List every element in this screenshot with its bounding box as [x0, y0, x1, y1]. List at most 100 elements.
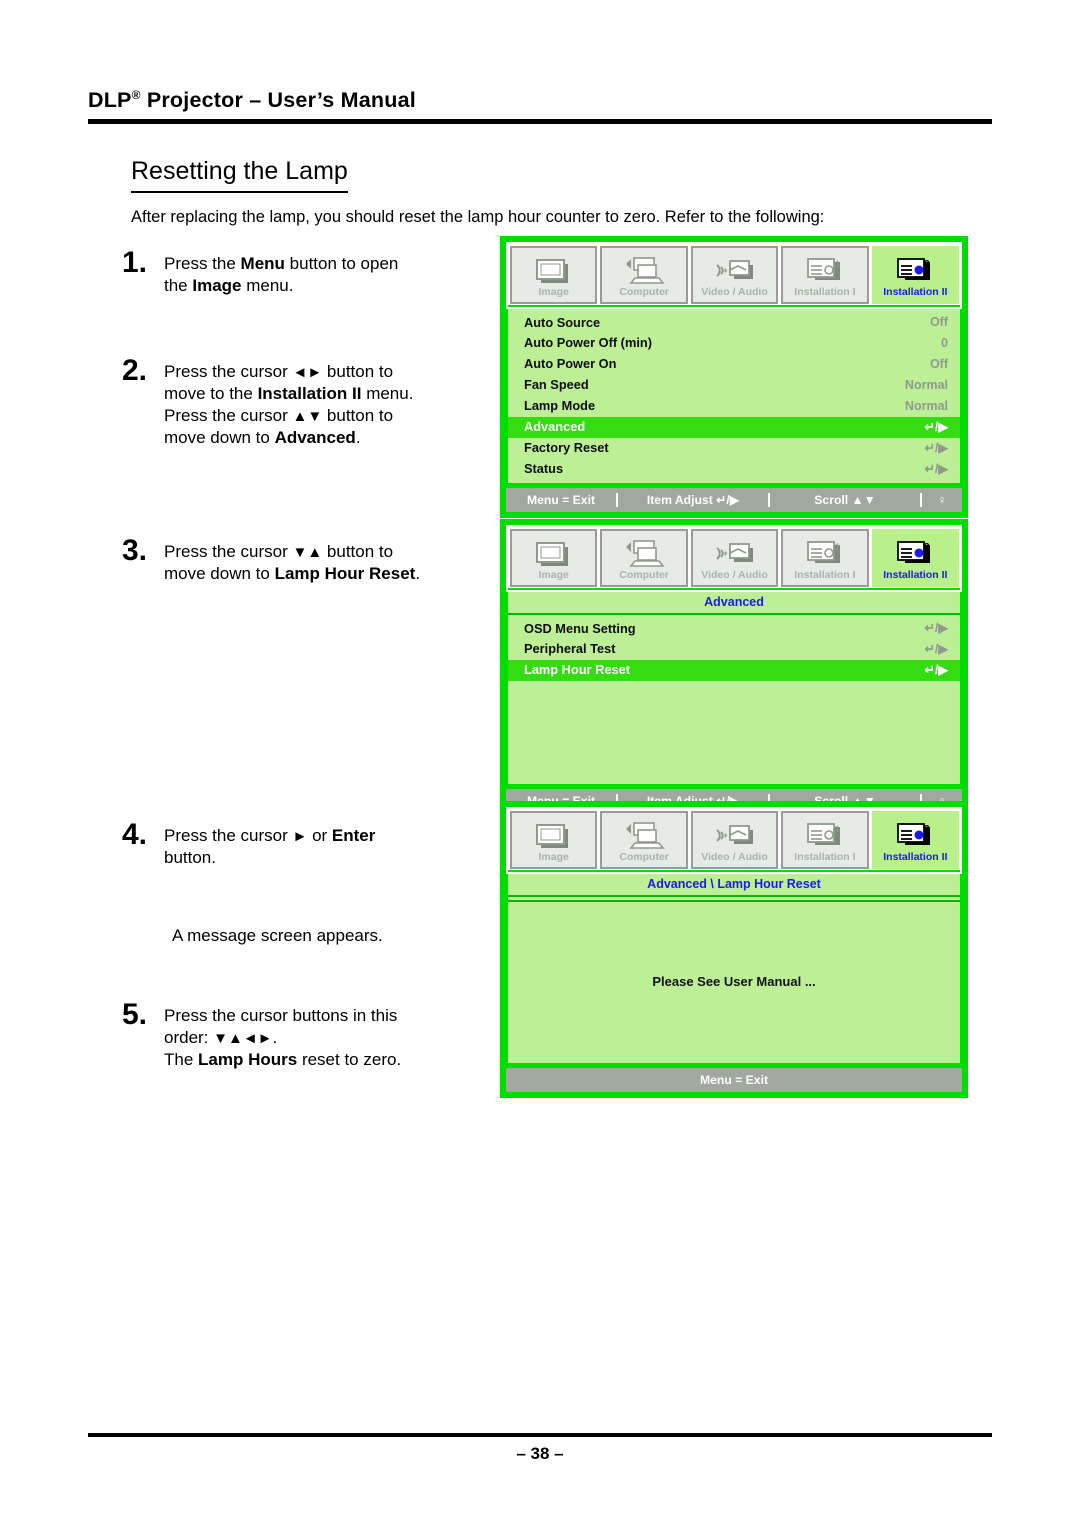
osd3-breadcrumb: Advanced \ Lamp Hour Reset [508, 874, 960, 897]
step-3-l1c: button to [322, 542, 394, 561]
install-two-icon: 2 [893, 254, 937, 287]
osd-tab-label: Image [538, 851, 569, 864]
osd-tab-computer[interactable]: Computer [600, 246, 688, 304]
osd2-body: Advanced OSD Menu Setting ↵/▶ Peripheral T… [506, 592, 962, 786]
step-2-l3c: button to [322, 406, 394, 426]
step-3-l2b: Lamp Hour Reset [274, 564, 416, 584]
page-title: Resetting the Lamp [131, 157, 348, 193]
osd-menu-row[interactable]: Advanced ↵/▶ [508, 416, 960, 438]
osd-screenshot-advanced: Image Computer Video / Audio 1 Installat… [500, 519, 968, 819]
step-1: 1. Press the Menu button to open the Ima… [118, 248, 496, 297]
osd-screenshot-installation-2: Image Computer Video / Audio 1 Installat… [500, 236, 968, 518]
osd-menu-row[interactable]: Status ↵/▶ [508, 459, 960, 480]
video-audio-icon [712, 819, 758, 852]
step-3-number: 3. [122, 534, 148, 567]
osd-tab-installation-i[interactable]: 1 Installation I [781, 246, 869, 304]
osd-tab-label: Video / Audio [701, 286, 768, 299]
osd-menu-row[interactable]: Fan Speed Normal [508, 375, 960, 396]
video-audio-icon [712, 254, 758, 287]
step-4: 4. Press the cursor ► or Enter button. [118, 820, 496, 869]
page-number: – 38 – [516, 1444, 564, 1463]
osd-tab-label: Installation II [883, 851, 948, 864]
osd2-spacer-3 [508, 725, 960, 747]
step-2-l4a: move down to [164, 428, 275, 448]
osd-row-label: Factory Reset [524, 440, 609, 456]
osd-row-label: Lamp Hour Reset [524, 662, 630, 678]
osd3-footer-exit[interactable]: Menu = Exit [700, 1073, 768, 1087]
osd-tab-installation-ii[interactable]: 2 Installation II [871, 811, 960, 869]
osd-row-label: Auto Power On [524, 356, 617, 372]
step-4-l1c: or [307, 826, 332, 845]
osd-tab-label: Installation II [883, 286, 948, 299]
osd-menu-row[interactable]: Lamp Mode Normal [508, 396, 960, 417]
osd-tab-video-audio[interactable]: Video / Audio [690, 811, 779, 869]
osd-menu-row[interactable]: Lamp Hour Reset ↵/▶ [508, 659, 960, 681]
osd-tab-computer[interactable]: Computer [600, 529, 688, 587]
step-3-text: Press the cursor ▼▲ button to move down … [164, 536, 420, 585]
step-2-l3a: Press the cursor [164, 406, 293, 426]
osd-row-value: ↵/▶ [924, 641, 948, 656]
osd1-footer-exit[interactable]: Menu = Exit [506, 493, 616, 507]
step-2-l2b: Installation II [257, 384, 362, 404]
step-1-text: Press the Menu button to open the Image … [164, 248, 398, 297]
osd-tab-installation-i[interactable]: 1 Installation I [781, 811, 869, 869]
osd-menu-row[interactable]: Auto Source Off [508, 312, 960, 333]
screen-icon [534, 254, 574, 287]
osd-tab-image[interactable]: Image [510, 811, 598, 869]
osd-row-value: Normal [904, 398, 948, 413]
manual-title-dlp: DLP [88, 88, 132, 113]
osd3-inner: Image Computer Video / Audio 1 Installat… [506, 807, 962, 874]
osd-row-label: Auto Power Off (min) [524, 335, 652, 351]
laptop-icon [623, 254, 665, 287]
manual-title: DLP® Projector – User’s Manual [88, 88, 992, 113]
osd2-spacer-1 [508, 681, 960, 703]
svg-text:1: 1 [835, 542, 840, 552]
osd-tab-installation-ii[interactable]: 2 Installation II [871, 529, 960, 587]
osd-tab-video-audio[interactable]: Video / Audio [690, 246, 779, 304]
lamp-icon: ♀ [937, 492, 947, 507]
message-screen-note: A message screen appears. [172, 926, 383, 945]
osd-tab-image[interactable]: Image [510, 246, 598, 304]
osd1-footer-scroll[interactable]: Scroll ▲▼ [770, 493, 920, 507]
step-5-text: Press the cursor buttons in this order: … [164, 1000, 401, 1071]
osd2-spacer-5 [508, 769, 960, 781]
osd3-message-area: Please See User Manual ... [508, 900, 960, 1060]
osd-menu-row[interactable]: OSD Menu Setting ↵/▶ [508, 618, 960, 639]
osd-row-value: Off [929, 314, 948, 329]
osd-tab-installation-ii[interactable]: 2 Installation II [871, 246, 960, 304]
osd-menu-row[interactable]: Factory Reset ↵/▶ [508, 438, 960, 459]
osd-tab-video-audio[interactable]: Video / Audio [690, 529, 779, 587]
step-3-l2a: move down to [164, 564, 275, 584]
page-header: DLP® Projector – User’s Manual [88, 88, 992, 113]
osd-tab-installation-i[interactable]: 1 Installation I [781, 529, 869, 587]
step-4-l1a: Press the cursor [164, 826, 293, 845]
osd-menu-row[interactable]: Peripheral Test ↵/▶ [508, 639, 960, 660]
osd-menu-row[interactable]: Auto Power Off (min) 0 [508, 333, 960, 354]
osd-row-value: ↵/▶ [924, 461, 948, 476]
step-5-l2c: . [272, 1028, 278, 1048]
step-5: 5. Press the cursor buttons in this orde… [118, 1000, 496, 1071]
osd1-footer-item-adjust[interactable]: Item Adjust ↵/▶ [618, 493, 768, 507]
osd-row-value: ↵/▶ [924, 620, 948, 635]
osd-tab-label: Installation I [794, 569, 856, 582]
osd1-row-list: Auto Source Off Auto Power Off (min) 0 Auto … [508, 312, 960, 480]
laptop-icon [623, 537, 665, 570]
osd-row-label: Fan Speed [524, 377, 589, 393]
osd-tab-image[interactable]: Image [510, 529, 598, 587]
step-3-l2c: . [415, 564, 421, 584]
right-arrow-icon: ► [292, 828, 308, 845]
header-divider [88, 119, 992, 124]
osd2-spacer-4 [508, 747, 960, 769]
osd3-footer: Menu = Exit [506, 1068, 962, 1092]
cursor-order-arrows-icon: ▼▲◄► [213, 1030, 273, 1048]
osd-tab-label: Image [538, 286, 569, 299]
osd-menu-row[interactable]: Auto Power On Off [508, 354, 960, 375]
osd-tab-label: Installation II [883, 569, 948, 582]
step-4-l2a: button. [164, 848, 216, 868]
osd-tab-computer[interactable]: Computer [600, 811, 688, 869]
step-2-l4b: Advanced [274, 428, 356, 448]
osd-row-value: ↵/▶ [924, 440, 948, 455]
step-5-l3a: The [164, 1050, 199, 1070]
step-2-l4c: . [355, 428, 361, 448]
osd-row-value: ↵/▶ [924, 419, 948, 434]
